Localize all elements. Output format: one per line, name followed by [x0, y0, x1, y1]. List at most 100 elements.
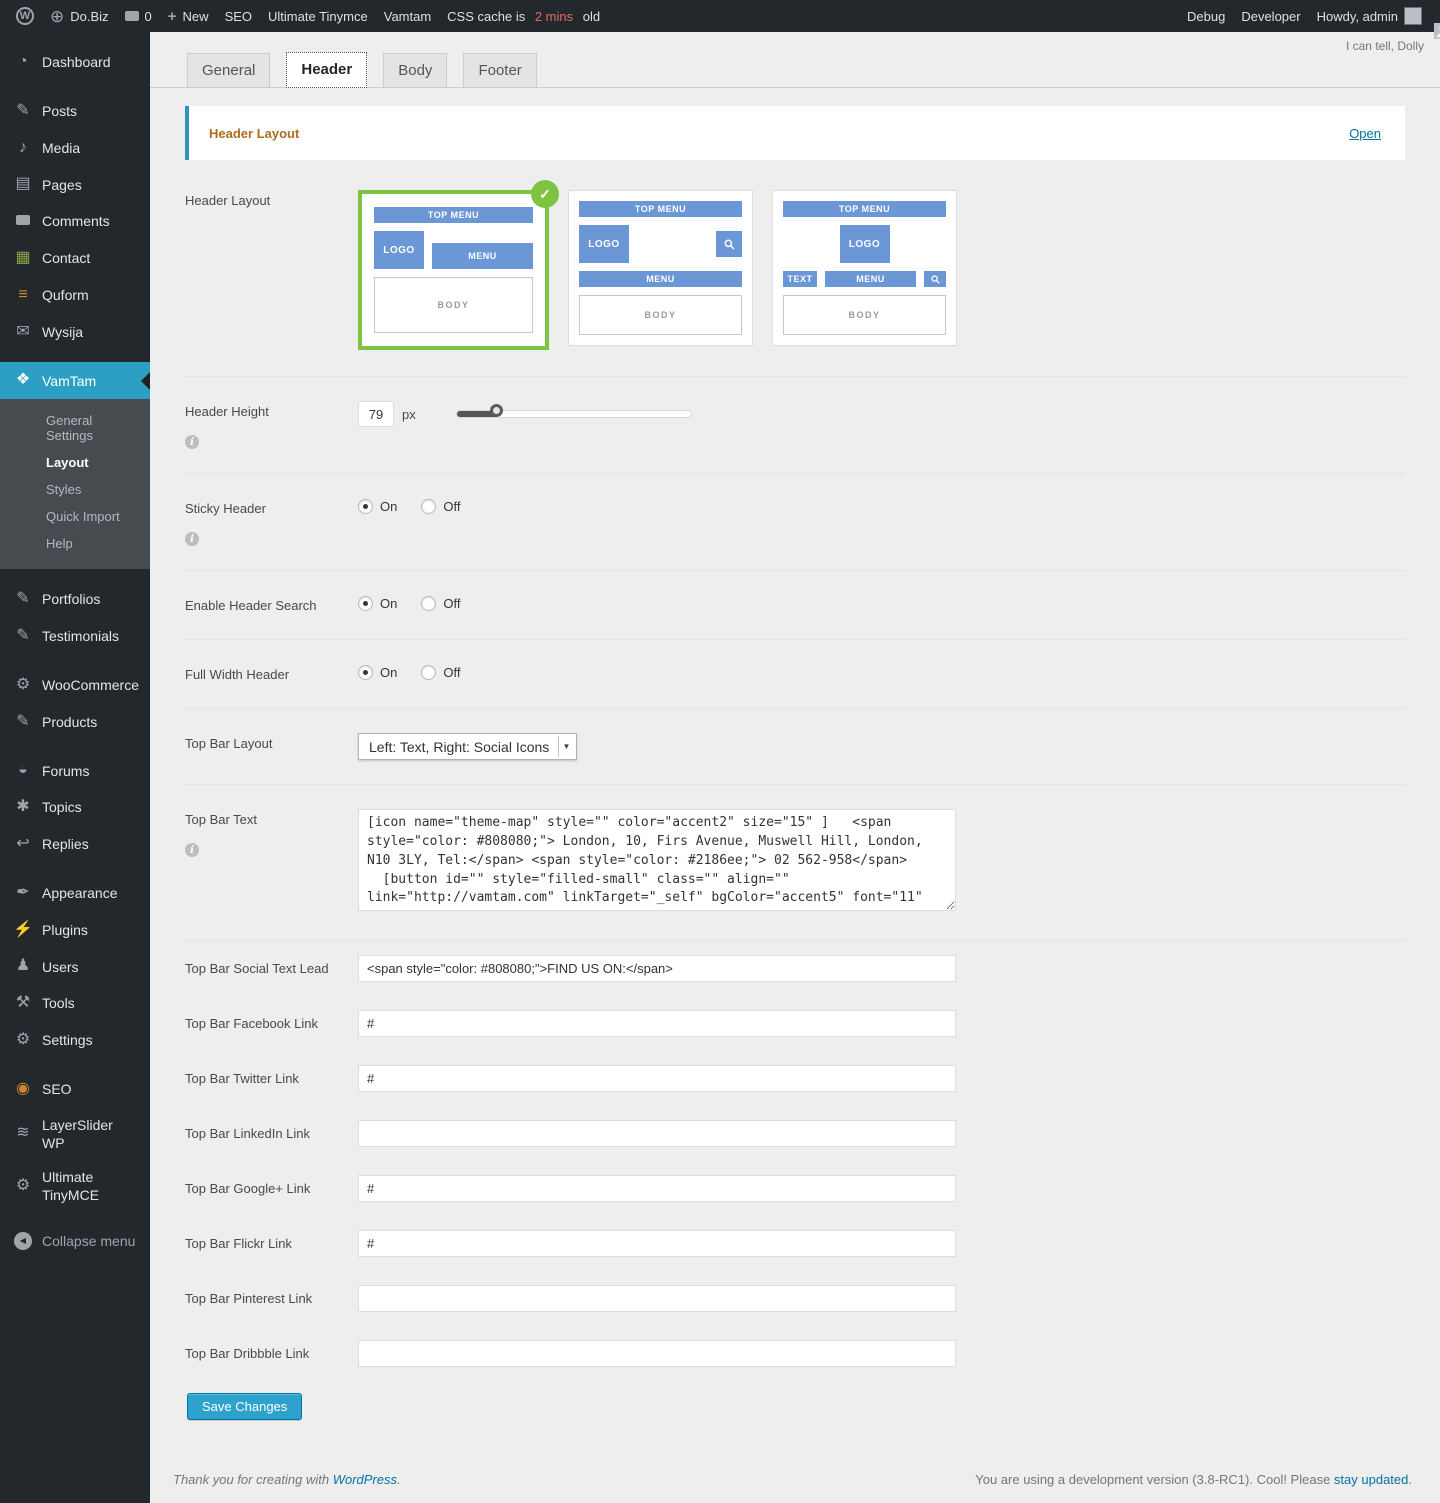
admin-bar-left: W ⊕ Do.Biz 0 + New SEO Ultimate Tinymce … — [0, 0, 608, 32]
enable-header-search-off-radio[interactable] — [421, 596, 436, 611]
sidebar-item-plugins[interactable]: ⚡ Plugins — [0, 912, 150, 949]
sidebar-item-layerslider[interactable]: ≋ LayerSlider WP — [0, 1108, 150, 1160]
sidebar-item-media[interactable]: ♪ Media — [0, 130, 150, 167]
sticky-header-on-radio[interactable] — [358, 499, 373, 514]
sidebar-item-dashboard[interactable]: ◔ Dashboard — [0, 44, 150, 81]
site-menu[interactable]: ⊕ Do.Biz — [42, 0, 117, 32]
submenu-quick-import[interactable]: Quick Import — [0, 503, 150, 530]
sidebar-item-appearance[interactable]: ✒ Appearance — [0, 875, 150, 912]
sidebar-item-vamtam[interactable]: ❖ VamTam — [0, 362, 150, 399]
submenu-styles[interactable]: Styles — [0, 476, 150, 503]
sidebar-item-posts[interactable]: ✎ Posts — [0, 93, 150, 130]
header-height-unit: px — [402, 407, 416, 422]
layers-icon: ≋ — [12, 1123, 34, 1144]
collapse-arrow-icon: ◀ — [14, 1232, 32, 1250]
top-bar-pinterest-link-input[interactable] — [358, 1285, 956, 1312]
sidebar-item-products[interactable]: ✎ Products — [0, 704, 150, 741]
layout-option-2[interactable]: TOP MENU LOGO MENU BODY — [568, 190, 753, 346]
thumb-body-box: BODY — [783, 295, 946, 335]
header-height-row: Header Height px — [185, 376, 1405, 473]
sidebar-item-testimonials[interactable]: ✎ Testimonials — [0, 618, 150, 655]
layout-option-3[interactable]: TOP MENU LOGO TEXT MENU BODY — [772, 190, 957, 346]
admin-bar: W ⊕ Do.Biz 0 + New SEO Ultimate Tinymce … — [0, 0, 1440, 32]
developer-menu[interactable]: Developer — [1233, 0, 1308, 32]
chevron-down-icon: ▼ — [558, 736, 574, 757]
top-bar-flickr-link-input[interactable] — [358, 1230, 956, 1257]
layout-option-1-selected[interactable]: ✓ TOP MENU LOGO MENU BODY — [358, 190, 549, 350]
tab-header[interactable]: Header — [286, 52, 367, 88]
info-icon[interactable] — [185, 532, 199, 546]
submenu-help[interactable]: Help — [0, 530, 150, 557]
sidebar-item-quform[interactable]: ≡ Quform — [0, 277, 150, 314]
on-label: On — [380, 596, 397, 611]
submenu-layout[interactable]: Layout — [0, 449, 150, 476]
sidebar-item-portfolios[interactable]: ✎ Portfolios — [0, 581, 150, 618]
sidebar-item-contact[interactable]: ▦ Contact — [0, 240, 150, 277]
enable-header-search-on-radio[interactable] — [358, 596, 373, 611]
tab-footer[interactable]: Footer — [463, 53, 536, 87]
tab-body[interactable]: Body — [383, 53, 447, 87]
open-link[interactable]: Open — [1349, 126, 1381, 141]
header-height-input[interactable] — [358, 401, 394, 427]
submenu-general-settings[interactable]: General Settings — [0, 407, 150, 449]
full-width-header-row: Full Width Header On Off — [185, 639, 1405, 708]
save-changes-button[interactable]: Save Changes — [187, 1393, 302, 1420]
wordpress-link[interactable]: WordPress — [333, 1472, 397, 1487]
sidebar-item-replies[interactable]: ↩ Replies — [0, 826, 150, 863]
header-layout-panel: Header Layout Open — [185, 106, 1405, 160]
header-height-slider[interactable] — [456, 410, 692, 418]
full-width-header-off-radio[interactable] — [421, 665, 436, 680]
comments-menu[interactable]: 0 — [117, 0, 160, 32]
tools-icon: ⚒ — [12, 993, 34, 1014]
howdy-menu[interactable]: Howdy, admin — [1309, 0, 1430, 32]
info-icon[interactable] — [185, 843, 199, 857]
contact-icon: ▦ — [12, 248, 34, 269]
on-label: On — [380, 499, 397, 514]
plug-icon: ⚡ — [12, 920, 34, 941]
sidebar-item-topics[interactable]: ✱ Topics — [0, 789, 150, 826]
sidebar-item-forums[interactable]: ◒ Forums — [0, 752, 150, 789]
avatar — [1404, 7, 1422, 25]
vamtam-menu[interactable]: Vamtam — [376, 0, 439, 32]
sidebar-item-pages[interactable]: ▤ Pages — [0, 166, 150, 203]
ultimate-tinymce-menu[interactable]: Ultimate Tinymce — [260, 0, 376, 32]
top-bar-social-text-lead-input[interactable] — [358, 955, 956, 982]
header-height-label: Header Height — [185, 404, 269, 419]
info-icon[interactable] — [185, 435, 199, 449]
thumb-text-box: TEXT — [783, 271, 817, 287]
beehive-icon: ◒ — [12, 760, 34, 781]
thumb-logo-box: LOGO — [374, 231, 424, 269]
sidebar-item-woocommerce[interactable]: ⚙ WooCommerce — [0, 667, 150, 704]
top-bar-twitter-link-input[interactable] — [358, 1065, 956, 1092]
collapse-menu-button[interactable]: ◀ Collapse menu — [0, 1224, 150, 1258]
top-bar-dribbble-link-input[interactable] — [358, 1340, 956, 1367]
top-bar-facebook-link-input[interactable] — [358, 1010, 956, 1037]
slider-knob[interactable] — [490, 404, 503, 417]
full-width-header-on-radio[interactable] — [358, 665, 373, 680]
footer-version: You are using a development version (3.8… — [975, 1472, 1412, 1487]
top-bar-text-input[interactable]: [icon name="theme-map" style="" color="a… — [358, 809, 956, 911]
stay-updated-link[interactable]: stay updated — [1334, 1472, 1408, 1487]
footer-thanks-text: Thank you for creating with — [173, 1472, 333, 1487]
tab-general[interactable]: General — [187, 53, 270, 87]
css-cache-menu[interactable]: CSS cache is 2 mins old — [439, 0, 608, 32]
sidebar-item-seo[interactable]: ◉ SEO — [0, 1071, 150, 1108]
top-bar-layout-select[interactable]: Left: Text, Right: Social Icons ▼ — [358, 733, 577, 760]
new-menu[interactable]: + New — [160, 0, 217, 32]
off-label: Off — [443, 665, 460, 680]
sidebar-item-comments[interactable]: Comments — [0, 203, 150, 240]
seo-menu[interactable]: SEO — [217, 0, 260, 32]
sidebar-item-ultimate-tinymce[interactable]: ⚙ Ultimate TinyMCE — [0, 1160, 150, 1212]
sticky-header-off-radio[interactable] — [421, 499, 436, 514]
wordpress-menu[interactable]: W — [8, 0, 42, 32]
top-bar-linkedin-link-input[interactable] — [358, 1120, 956, 1147]
form-icon: ≡ — [12, 285, 34, 306]
top-bar-linkedin-link-row: Top Bar LinkedIn Link — [185, 1106, 1405, 1161]
user-icon: ♟ — [12, 956, 34, 977]
debug-menu[interactable]: Debug — [1179, 0, 1233, 32]
sidebar-item-users[interactable]: ♟ Users — [0, 948, 150, 985]
sidebar-item-tools[interactable]: ⚒ Tools — [0, 985, 150, 1022]
sidebar-item-wysija[interactable]: ✉ Wysija — [0, 314, 150, 351]
sidebar-item-settings[interactable]: ⚙ Settings — [0, 1022, 150, 1059]
top-bar-googleplus-link-input[interactable] — [358, 1175, 956, 1202]
